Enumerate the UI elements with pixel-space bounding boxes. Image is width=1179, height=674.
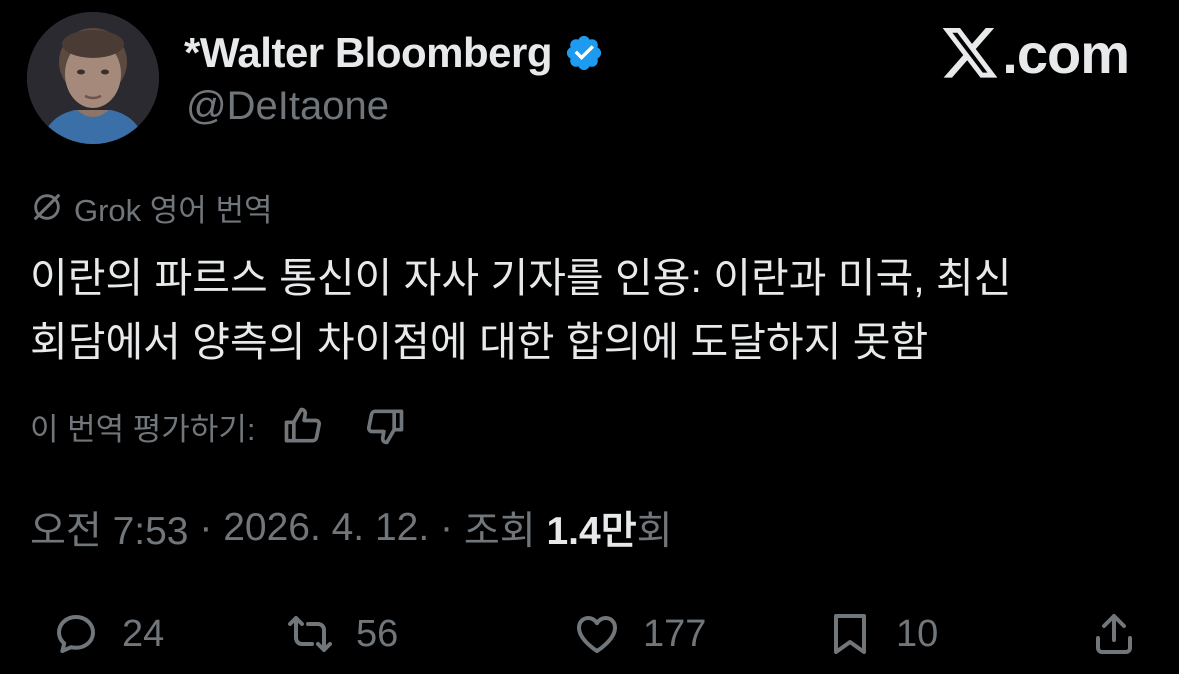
- author-handle[interactable]: @DeItaone: [186, 84, 389, 129]
- share-icon: [1096, 614, 1132, 654]
- translation-label: Grok 영어 번역: [74, 192, 273, 228]
- heart-icon: [577, 616, 617, 653]
- tweet-meta: 오전 7:53 · 2026. 4. 12. · 조회 1.4만 회: [30, 502, 672, 554]
- brand-text: .com: [1002, 22, 1130, 85]
- bookmark-count: 10: [896, 612, 939, 655]
- bookmark-button[interactable]: 10: [826, 604, 938, 664]
- thumbs-up-icon[interactable]: [281, 404, 325, 448]
- repost-icon: [288, 616, 332, 652]
- grok-icon: [34, 194, 60, 220]
- tweet-actions-bar: 24 56 177 10: [0, 604, 1179, 664]
- meta-separator: ·: [188, 506, 224, 549]
- brand-watermark: .com: [942, 22, 1130, 85]
- reply-count: 24: [122, 612, 165, 655]
- views-suffix: 회: [636, 510, 673, 553]
- verified-badge-icon: [566, 35, 602, 71]
- tweet-time[interactable]: 오전 7:53: [30, 500, 189, 556]
- x-logo-icon: [942, 28, 998, 78]
- views-label: 조회: [463, 510, 547, 553]
- reply-icon: [57, 615, 95, 653]
- like-button[interactable]: 177: [573, 604, 706, 664]
- meta-separator: ·: [429, 506, 464, 549]
- translation-label-row[interactable]: Grok 영어 번역: [30, 186, 272, 228]
- author-display-name[interactable]: *Walter Bloomberg: [184, 29, 552, 77]
- author-name-row: *Walter Bloomberg: [184, 28, 604, 78]
- thumbs-down-icon[interactable]: [363, 404, 407, 448]
- like-count: 177: [643, 612, 707, 655]
- avatar[interactable]: [27, 12, 159, 144]
- translation-rating-row: 이 번역 평가하기:: [30, 402, 407, 450]
- bookmark-icon: [834, 614, 866, 654]
- repost-count: 56: [356, 612, 399, 655]
- share-button[interactable]: [1090, 604, 1138, 664]
- tweet-date[interactable]: 2026. 4. 12.: [223, 506, 429, 550]
- tweet-text: 이란의 파르스 통신이 자사 기자를 인용: 이란과 미국, 최신 회담에서 양…: [30, 255, 1012, 365]
- avatar-photo: [27, 12, 159, 144]
- repost-button[interactable]: 56: [286, 604, 398, 664]
- rating-label: 이 번역 평가하기:: [30, 411, 256, 447]
- views-count: 1.4만: [546, 510, 637, 553]
- reply-button[interactable]: 24: [52, 604, 164, 664]
